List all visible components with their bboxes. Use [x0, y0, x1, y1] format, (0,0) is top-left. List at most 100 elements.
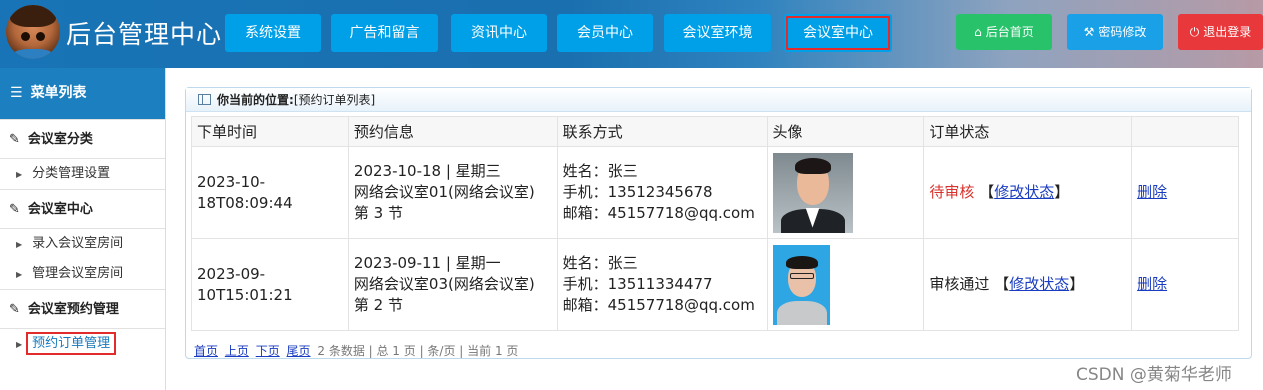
avatar-cell — [766, 238, 925, 331]
edit-icon: ✎ — [9, 302, 20, 317]
order-list-panel: 你当前的位置:[预约订单列表] 下单时间 预约信息 联系方式 头像 订单状态 2… — [185, 87, 1252, 359]
orders-table: 下单时间 预约信息 联系方式 头像 订单状态 2023-10- 18T08:09… — [191, 116, 1239, 331]
table-row: 2023-09- 10T15:01:21 2023-09-11 | 星期一 网络… — [191, 238, 1239, 331]
sidebar-item-label: 管理会议室房间 — [32, 266, 124, 281]
sidebar-section-label: 会议室预约管理 — [27, 302, 119, 317]
col-header-booking-info: 预约信息 — [347, 116, 558, 147]
power-icon: ⏻ — [1189, 25, 1200, 39]
avatar-cell — [766, 146, 925, 239]
booking-date: 2023-10-18 | 星期三 — [353, 162, 501, 180]
logo-avatar — [6, 5, 60, 59]
order-time-clock: 18T08:09:44 — [197, 193, 293, 212]
pagination: 首页 上页 下页 尾页 2 条数据 | 总 1 页 | 条/页 | 当前 1 页 — [194, 342, 518, 359]
contact-email: 邮箱：45157718@qq.com — [562, 296, 755, 314]
breadcrumb-prefix: 你当前的位置: — [217, 93, 294, 107]
nav-ads-messages[interactable]: 广告和留言 — [331, 14, 438, 52]
nav-room-environment[interactable]: 会议室环境 — [664, 14, 771, 52]
nav-member-center[interactable]: 会员中心 — [557, 14, 653, 52]
order-time-date: 2023-09- — [197, 264, 266, 283]
caret-right-icon: ▶ — [16, 340, 23, 349]
sidebar-item-label: 录入会议室房间 — [32, 236, 124, 251]
watermark: CSDN @黄菊华老师 — [1076, 365, 1232, 385]
contact-phone: 手机：13512345678 — [562, 183, 713, 201]
window-icon — [198, 94, 211, 105]
status-text: 审核通过 — [929, 275, 990, 293]
list-icon: ☰ — [10, 85, 23, 101]
menu-header: ☰ 菜单列表 — [0, 68, 165, 119]
modify-status-link[interactable]: 修改状态 — [994, 183, 1054, 201]
booking-room: 网络会议室01(网络会议室) — [353, 183, 535, 201]
status-cell: 审核通过 【修改状态】 — [923, 238, 1133, 331]
nav-room-center[interactable]: 会议室中心 — [784, 14, 892, 52]
caret-right-icon: ▶ — [16, 170, 23, 179]
avatar — [772, 244, 830, 325]
sidebar-section-label: 会议室分类 — [27, 132, 93, 147]
sidebar-section-reservation[interactable]: ✎ 会议室预约管理 — [0, 289, 165, 329]
col-header-contact: 联系方式 — [556, 116, 768, 147]
breadcrumb: 你当前的位置:[预约订单列表] — [186, 88, 1251, 112]
top-header: 后台管理中心 系统设置 广告和留言 资讯中心 会员中心 会议室环境 会议室中心 … — [0, 0, 1263, 68]
pager-first[interactable]: 首页 — [194, 344, 218, 358]
menu-title: 菜单列表 — [30, 85, 87, 101]
caret-right-icon: ▶ — [16, 240, 23, 249]
pager-next[interactable]: 下页 — [256, 344, 280, 358]
sidebar-item-label: 分类管理设置 — [32, 166, 111, 181]
password-button[interactable]: ⚒ 密码修改 — [1067, 14, 1163, 50]
sidebar-section-room-category[interactable]: ✎ 会议室分类 — [0, 119, 165, 159]
breadcrumb-current: [预约订单列表] — [293, 93, 376, 107]
order-time-cell: 2023-10- 18T08:09:44 — [191, 146, 349, 239]
modify-status-link[interactable]: 修改状态 — [1009, 275, 1069, 293]
caret-right-icon: ▶ — [16, 270, 23, 279]
site-title: 后台管理中心 — [66, 20, 223, 49]
sidebar-item-add-room[interactable]: ▶ 录入会议室房间 — [0, 229, 165, 259]
status-cell: 待审核 【修改状态】 — [923, 146, 1133, 239]
logout-button[interactable]: ⏻ 退出登录 — [1178, 14, 1263, 50]
order-time-clock: 10T15:01:21 — [197, 285, 293, 304]
nav-news-center[interactable]: 资讯中心 — [451, 14, 547, 52]
contact-cell: 姓名：张三 手机：13512345678 邮箱：45157718@qq.com — [556, 146, 768, 239]
col-header-status: 订单状态 — [923, 116, 1133, 147]
nav-system-settings[interactable]: 系统设置 — [225, 14, 321, 52]
sidebar-section-label: 会议室中心 — [27, 202, 93, 217]
table-row: 2023-10- 18T08:09:44 2023-10-18 | 星期三 网络… — [191, 146, 1239, 239]
delete-link[interactable]: 删除 — [1137, 275, 1167, 293]
table-header-row: 下单时间 预约信息 联系方式 头像 订单状态 — [191, 116, 1239, 147]
delete-link[interactable]: 删除 — [1137, 183, 1167, 201]
avatar — [772, 152, 853, 233]
order-time-cell: 2023-09- 10T15:01:21 — [191, 238, 349, 331]
booking-info-cell: 2023-09-11 | 星期一 网络会议室03(网络会议室) 第 2 节 — [347, 238, 558, 331]
col-header-avatar: 头像 — [766, 116, 925, 147]
action-cell: 删除 — [1131, 146, 1239, 239]
sidebar: ☰ 菜单列表 ✎ 会议室分类 ▶ 分类管理设置 ✎ 会议室中心 ▶ 录入会议室房间 ▶ 管理… — [0, 68, 166, 390]
contact-name: 姓名：张三 — [562, 254, 638, 272]
col-header-order-time: 下单时间 — [191, 116, 349, 147]
home-button[interactable]: ⌂ 后台首页 — [956, 14, 1052, 50]
home-button-label: 后台首页 — [985, 25, 1034, 39]
sidebar-item-category-settings[interactable]: ▶ 分类管理设置 — [0, 159, 165, 189]
booking-room: 网络会议室03(网络会议室) — [353, 275, 535, 293]
logout-button-label: 退出登录 — [1203, 25, 1252, 39]
booking-session: 第 2 节 — [353, 296, 403, 314]
contact-email: 邮箱：45157718@qq.com — [562, 204, 755, 222]
order-time-date: 2023-10- — [197, 172, 266, 191]
pager-prev[interactable]: 上页 — [225, 344, 249, 358]
sidebar-item-label: 预约订单管理 — [26, 332, 117, 355]
contact-name: 姓名：张三 — [562, 162, 638, 180]
pager-summary: 2 条数据 | 总 1 页 | 条/页 | 当前 1 页 — [317, 344, 519, 358]
contact-cell: 姓名：张三 手机：13511334477 邮箱：45157718@qq.com — [556, 238, 768, 331]
sidebar-item-reservation-orders[interactable]: ▶ 预约订单管理 — [0, 329, 165, 359]
col-header-actions — [1131, 116, 1239, 147]
edit-icon: ✎ — [9, 202, 20, 217]
contact-phone: 手机：13511334477 — [562, 275, 713, 293]
edit-icon: ✎ — [9, 132, 20, 147]
action-cell: 删除 — [1131, 238, 1239, 331]
wrench-icon: ⚒ — [1083, 25, 1095, 39]
booking-info-cell: 2023-10-18 | 星期三 网络会议室01(网络会议室) 第 3 节 — [347, 146, 558, 239]
pager-last[interactable]: 尾页 — [287, 344, 311, 358]
booking-session: 第 3 节 — [353, 204, 403, 222]
password-button-label: 密码修改 — [1098, 25, 1147, 39]
sidebar-section-room-center[interactable]: ✎ 会议室中心 — [0, 189, 165, 229]
sidebar-item-manage-rooms[interactable]: ▶ 管理会议室房间 — [0, 259, 165, 289]
status-text: 待审核 — [929, 183, 975, 201]
home-icon: ⌂ — [974, 25, 982, 39]
